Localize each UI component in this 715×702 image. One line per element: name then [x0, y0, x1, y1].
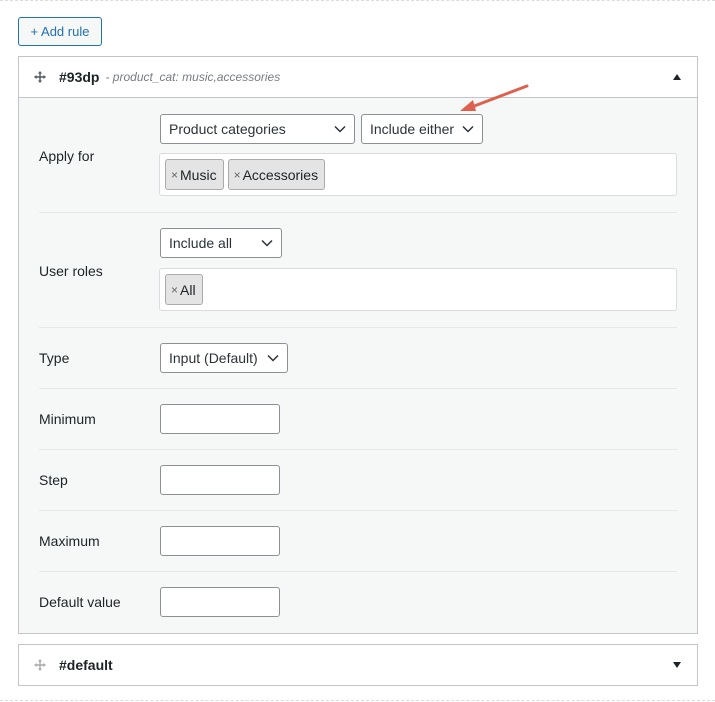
top-divider: [0, 0, 715, 1]
tag-label: Accessories: [242, 166, 319, 183]
step-row: Step: [39, 450, 677, 511]
red-arrow: [460, 84, 529, 111]
tag-label: All: [180, 281, 196, 298]
rule-panel-body: Apply for Product categories Include eit…: [19, 98, 697, 633]
type-value: Input (Default): [169, 350, 258, 366]
apply-for-tag-input[interactable]: × Music × Accessories: [159, 153, 677, 196]
default-value-row: Default value: [39, 572, 677, 632]
apply-for-label: Apply for: [39, 148, 95, 164]
user-roles-mode-select[interactable]: Include all: [160, 228, 282, 258]
apply-for-row: Apply for Product categories Include eit…: [39, 98, 677, 213]
tag-accessories: × Accessories: [227, 159, 326, 190]
step-label: Step: [39, 472, 68, 488]
type-row: Type Input (Default): [39, 328, 677, 389]
close-icon[interactable]: ×: [171, 283, 178, 297]
user-roles-label: User roles: [39, 263, 103, 279]
rule-subtitle: - product_cat: music,accessories: [105, 70, 281, 84]
apply-for-mode-select[interactable]: Include either: [361, 114, 483, 144]
tag-all: × All: [165, 274, 203, 305]
chevron-down-icon: [267, 354, 279, 362]
user-roles-mode-value: Include all: [169, 235, 233, 251]
rule-id: #93dp: [59, 69, 100, 85]
close-icon[interactable]: ×: [234, 168, 241, 182]
maximum-row: Maximum: [39, 511, 677, 572]
minimum-label: Minimum: [39, 411, 96, 427]
step-input[interactable]: [160, 465, 280, 495]
tag-music: × Music: [165, 159, 224, 190]
chevron-down-icon: [462, 125, 474, 133]
chevron-down-icon: [334, 125, 346, 133]
minimum-input[interactable]: [160, 404, 280, 434]
maximum-input[interactable]: [160, 526, 280, 556]
move-icon[interactable]: [33, 70, 47, 84]
rule-panel: #93dp - product_cat: music,accessories A…: [18, 56, 698, 634]
minimum-row: Minimum: [39, 389, 677, 450]
default-value-input[interactable]: [160, 587, 280, 617]
type-label: Type: [39, 350, 70, 366]
triangle-down-icon[interactable]: [673, 662, 681, 668]
maximum-label: Maximum: [39, 533, 100, 549]
move-icon[interactable]: [33, 658, 47, 672]
default-rule-header[interactable]: #default: [19, 645, 697, 685]
default-rule-id: #default: [59, 657, 113, 673]
default-rule-panel: #default: [18, 644, 698, 686]
user-roles-row: User roles Include all × All: [39, 213, 677, 328]
tag-label: Music: [180, 166, 217, 183]
user-roles-tag-input[interactable]: × All: [159, 268, 677, 311]
bottom-divider: [0, 700, 715, 701]
chevron-down-icon: [261, 239, 273, 247]
apply-for-mode-value: Include either: [370, 121, 455, 137]
default-value-label: Default value: [39, 594, 121, 610]
apply-for-source-select[interactable]: Product categories: [160, 114, 355, 144]
apply-for-source-value: Product categories: [169, 121, 286, 137]
rule-panel-header[interactable]: #93dp - product_cat: music,accessories: [19, 57, 697, 98]
close-icon[interactable]: ×: [171, 168, 178, 182]
triangle-up-icon[interactable]: [673, 74, 681, 80]
add-rule-button[interactable]: + Add rule: [18, 17, 102, 46]
type-select[interactable]: Input (Default): [160, 343, 288, 373]
